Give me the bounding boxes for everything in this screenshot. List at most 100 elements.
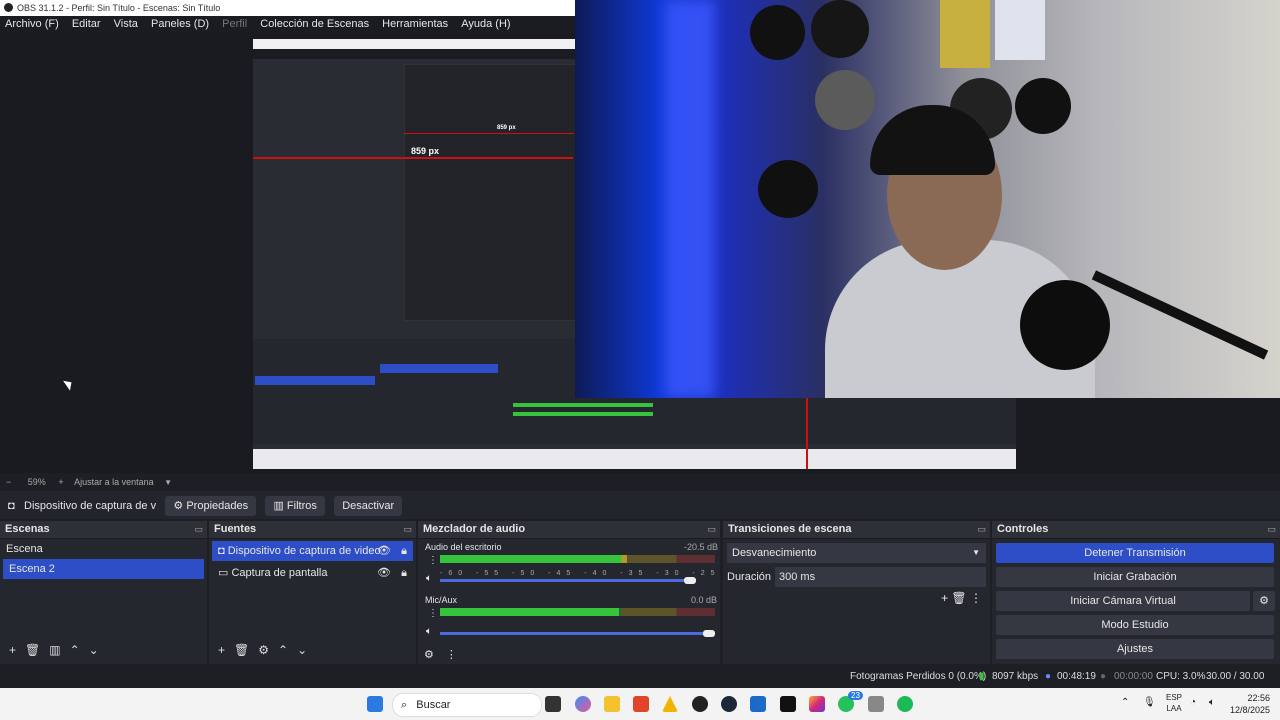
source-item-selected[interactable]: ◘ Dispositivo de captura de video 🔒︎ 👁︎ [212,541,413,561]
spotify-icon[interactable] [897,696,913,712]
speaker-icon[interactable]: 🔈︎ [426,573,432,584]
duration-input[interactable]: 300 ms [775,567,986,587]
transition-select[interactable]: Desvanecimiento ▼ [727,543,986,563]
measure-label-small: 859 px [497,125,516,131]
brave-icon[interactable] [633,696,649,712]
microphone-icon[interactable]: 🎙︎ [1143,697,1156,708]
wifi-icon[interactable]: ◔ [1190,697,1196,708]
language-indicator[interactable]: ESP LAA [1166,692,1182,714]
volume-knob-desktop[interactable] [684,577,696,584]
add-icon[interactable]: + [941,591,948,605]
trash-icon[interactable]: 🗑 [951,591,966,605]
stop-streaming-button[interactable]: Detener Transmisión [996,543,1274,563]
virtual-camera-gear-icon[interactable]: ⚙ [1253,591,1275,611]
volume-knob-mic[interactable] [703,630,715,637]
webcam-feed [575,0,1280,398]
led-strip [665,0,715,398]
chevron-down-icon[interactable]: ▼ [164,478,172,487]
zoom-out-icon[interactable]: − [6,477,11,487]
folder-icon[interactable] [604,696,620,712]
chevron-up-icon[interactable]: ⌃ [1121,697,1129,708]
audio-meter-mic [440,608,715,616]
trash-icon[interactable]: 🗑 [25,643,40,657]
controls-header: Controles ▭ [992,521,1280,539]
menu-edit[interactable]: Editar [72,18,101,30]
menu-docks[interactable]: Paneles (D) [151,18,209,30]
source-item[interactable]: ▭ Captura de pantalla 🔒︎ 👁︎ [212,563,413,583]
gear-icon[interactable]: ⚙ [258,643,269,657]
menu-bar: Archivo (F) Editar Vista Paneles (D) Per… [0,16,575,33]
volume-slider-desktop[interactable] [440,579,696,582]
dock-float-icon[interactable]: ▭ [194,521,203,538]
menu-help[interactable]: Ayuda (H) [461,18,510,30]
scene-item[interactable]: Escena [0,539,207,559]
settings-button[interactable]: Ajustes [996,639,1274,659]
window-title: OBS 31.1.2 - Perfil: Sin Título - Escena… [17,3,221,13]
deactivate-button[interactable]: Desactivar [334,495,403,516]
move-up-icon[interactable]: ⌃ [70,643,80,657]
calculator-icon[interactable] [868,696,884,712]
studio-mode-button[interactable]: Modo Estudio [996,615,1274,635]
trash-icon[interactable]: 🗑 [234,643,249,657]
add-icon[interactable]: + [218,643,225,657]
properties-button[interactable]: ⚙ Propiedades [165,495,257,516]
lock-icon[interactable]: 🔒︎ [401,563,407,583]
filters-button[interactable]: ▥ Filtros [265,495,325,516]
eye-icon[interactable]: 👁︎ [377,563,391,583]
scene-item-selected[interactable]: Escena 2 [3,559,204,579]
menu-tools[interactable]: Herramientas [382,18,448,30]
speaker-icon[interactable]: 🔈︎ [426,626,432,637]
start-virtual-camera-button[interactable]: Iniciar Cámara Virtual [996,591,1250,611]
task-view-icon[interactable] [545,696,561,712]
kebab-icon[interactable]: ⋮ [428,608,438,619]
filter-icon[interactable]: ▥ [49,643,60,657]
vinyl-record [1015,78,1071,134]
lock-icon[interactable]: 🔒︎ [401,541,407,561]
kebab-icon[interactable]: ⋮ [428,555,438,566]
dock-float-icon[interactable]: ▭ [977,521,986,538]
dock-float-icon[interactable]: ▭ [403,521,412,538]
warning-icon[interactable] [662,696,678,712]
mixer-header: Mezclador de audio ▭ [418,521,720,539]
tiktok-icon[interactable] [780,696,796,712]
measure-label: 859 px [411,146,440,156]
zoom-in-icon[interactable]: + [58,477,63,487]
menu-scene-collection[interactable]: Colección de Escenas [260,18,369,30]
mixer-title: Mezclador de audio [423,523,526,535]
mixer-settings-icon[interactable]: ⚙ [424,649,434,661]
scenes-dock: Escenas ▭ Escena Escena 2 + 🗑 ▥ ⌃ ⌄ [0,521,207,664]
kebab-icon[interactable]: ⋮ [970,591,982,605]
menu-view[interactable]: Vista [114,18,138,30]
obs-logo-icon [4,3,13,12]
dock-float-icon[interactable]: ▭ [707,521,716,538]
clock[interactable]: 22:56 12/8/2025 [1228,692,1270,716]
vinyl-record [758,160,818,218]
move-up-icon[interactable]: ⌃ [278,643,288,657]
record-icon: ● [1100,671,1107,682]
add-icon[interactable]: + [9,643,16,657]
taskbar-search[interactable]: ⌕ Buscar [392,693,542,717]
kebab-icon[interactable]: ⋮ [446,649,457,661]
sources-header: Fuentes ▭ [209,521,416,539]
channel-db-mic: 0.0 dB [691,595,718,605]
move-down-icon[interactable]: ⌄ [297,643,307,657]
dock-float-icon[interactable]: ▭ [1267,521,1276,538]
eye-icon[interactable]: 👁︎ [377,541,391,561]
instagram-icon[interactable] [809,696,825,712]
steam-icon[interactable] [721,696,737,712]
transition-toolbar: + 🗑 ⋮ [941,591,982,605]
menu-profile[interactable]: Perfil [222,18,247,30]
move-down-icon[interactable]: ⌄ [89,643,99,657]
fit-window-label[interactable]: Ajustar a la ventana [74,477,154,487]
vinyl-record [750,5,805,60]
store-icon[interactable] [750,696,766,712]
start-recording-button[interactable]: Iniciar Grabación [996,567,1274,587]
obs-icon[interactable] [692,696,708,712]
windows-start-icon[interactable] [367,696,383,712]
nested-taskbar [253,449,1016,469]
volume-icon[interactable]: 🔈︎ [1209,697,1215,708]
mic-arm [1091,270,1269,360]
volume-slider-mic[interactable] [440,632,715,635]
copilot-icon[interactable] [575,696,591,712]
menu-file[interactable]: Archivo (F) [5,18,59,30]
